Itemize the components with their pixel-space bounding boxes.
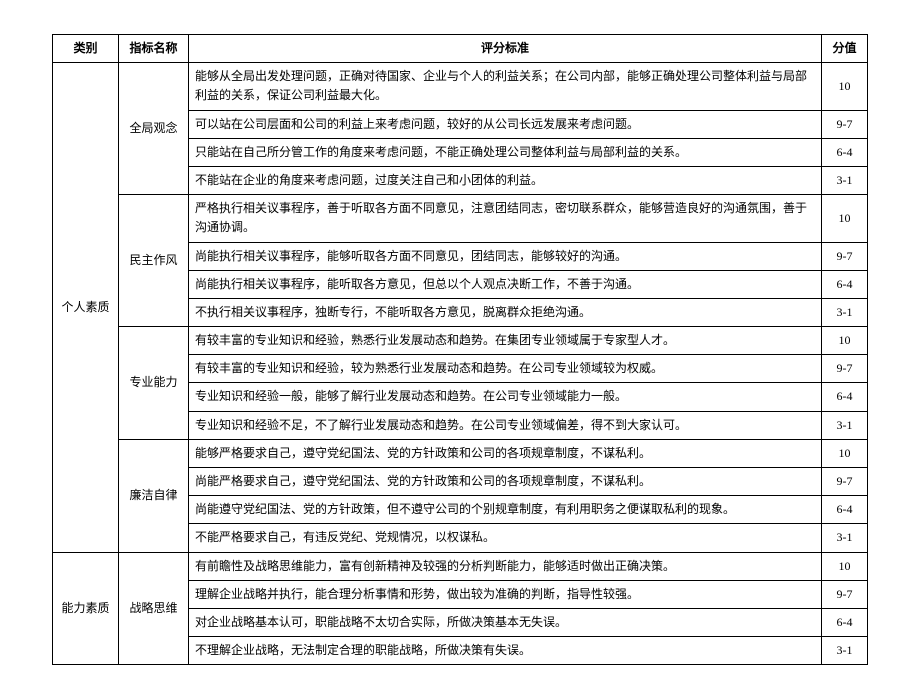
criteria-cell: 专业知识和经验一般，能够了解行业发展动态和趋势。在公司专业领域能力一般。 [189,383,822,411]
index-cell: 全局观念 [119,63,189,195]
score-cell: 6-4 [822,383,868,411]
score-cell: 10 [822,439,868,467]
table-row: 专业能力有较丰富的专业知识和经验，熟悉行业发展动态和趋势。在集团专业领域属于专家… [53,327,868,355]
criteria-cell: 专业知识和经验不足，不了解行业发展动态和趋势。在公司专业领域偏差，得不到大家认可… [189,411,822,439]
score-cell: 3-1 [822,166,868,194]
criteria-cell: 不能站在企业的角度来考虑问题，过度关注自己和小团体的利益。 [189,166,822,194]
header-criteria: 评分标准 [189,35,822,63]
table-row: 个人素质全局观念能够从全局出发处理问题，正确对待国家、企业与个人的利益关系；在公… [53,63,868,110]
index-cell: 战略思维 [119,552,189,665]
score-cell: 9-7 [822,242,868,270]
header-row: 类别 指标名称 评分标准 分值 [53,35,868,63]
score-cell: 9-7 [822,580,868,608]
score-cell: 3-1 [822,524,868,552]
rubric-table: 类别 指标名称 评分标准 分值 个人素质全局观念能够从全局出发处理问题，正确对待… [52,34,868,665]
score-cell: 3-1 [822,298,868,326]
criteria-cell: 有较丰富的专业知识和经验，较为熟悉行业发展动态和趋势。在公司专业领域较为权威。 [189,355,822,383]
table-row: 能力素质战略思维有前瞻性及战略思维能力，富有创新精神及较强的分析判断能力，能够适… [53,552,868,580]
score-cell: 10 [822,63,868,110]
criteria-cell: 尚能遵守党纪国法、党的方针政策，但不遵守公司的个别规章制度，有利用职务之便谋取私… [189,496,822,524]
header-index: 指标名称 [119,35,189,63]
header-score: 分值 [822,35,868,63]
criteria-cell: 理解企业战略并执行，能合理分析事情和形势，做出较为准确的判断，指导性较强。 [189,580,822,608]
category-cell: 个人素质 [53,63,119,552]
header-category: 类别 [53,35,119,63]
score-cell: 9-7 [822,468,868,496]
category-cell: 能力素质 [53,552,119,665]
score-cell: 6-4 [822,608,868,636]
criteria-cell: 可以站在公司层面和公司的利益上来考虑问题，较好的从公司长远发展来考虑问题。 [189,110,822,138]
criteria-cell: 尚能执行相关议事程序，能听取各方意见，但总以个人观点决断工作，不善于沟通。 [189,270,822,298]
criteria-cell: 只能站在自己所分管工作的角度来考虑问题，不能正确处理公司整体利益与局部利益的关系… [189,138,822,166]
index-cell: 专业能力 [119,327,189,440]
table-row: 民主作风严格执行相关议事程序，善于听取各方面不同意见，注意团结同志，密切联系群众… [53,195,868,242]
score-cell: 9-7 [822,355,868,383]
criteria-cell: 尚能执行相关议事程序，能够听取各方面不同意见，团结同志，能够较好的沟通。 [189,242,822,270]
score-cell: 6-4 [822,270,868,298]
criteria-cell: 尚能严格要求自己，遵守党纪国法、党的方针政策和公司的各项规章制度，不谋私利。 [189,468,822,496]
criteria-cell: 不能严格要求自己，有违反党纪、党规情况，以权谋私。 [189,524,822,552]
score-cell: 6-4 [822,138,868,166]
index-cell: 廉洁自律 [119,439,189,552]
score-cell: 9-7 [822,110,868,138]
table-row: 廉洁自律能够严格要求自己，遵守党纪国法、党的方针政策和公司的各项规章制度，不谋私… [53,439,868,467]
score-cell: 10 [822,195,868,242]
criteria-cell: 对企业战略基本认可，职能战略不太切合实际，所做决策基本无失误。 [189,608,822,636]
score-cell: 3-1 [822,411,868,439]
criteria-cell: 有较丰富的专业知识和经验，熟悉行业发展动态和趋势。在集团专业领域属于专家型人才。 [189,327,822,355]
criteria-cell: 有前瞻性及战略思维能力，富有创新精神及较强的分析判断能力，能够适时做出正确决策。 [189,552,822,580]
criteria-cell: 不执行相关议事程序，独断专行，不能听取各方意见，脱离群众拒绝沟通。 [189,298,822,326]
criteria-cell: 严格执行相关议事程序，善于听取各方面不同意见，注意团结同志，密切联系群众，能够营… [189,195,822,242]
criteria-cell: 能够从全局出发处理问题，正确对待国家、企业与个人的利益关系；在公司内部，能够正确… [189,63,822,110]
score-cell: 10 [822,552,868,580]
index-cell: 民主作风 [119,195,189,327]
criteria-cell: 能够严格要求自己，遵守党纪国法、党的方针政策和公司的各项规章制度，不谋私利。 [189,439,822,467]
score-cell: 10 [822,327,868,355]
score-cell: 6-4 [822,496,868,524]
